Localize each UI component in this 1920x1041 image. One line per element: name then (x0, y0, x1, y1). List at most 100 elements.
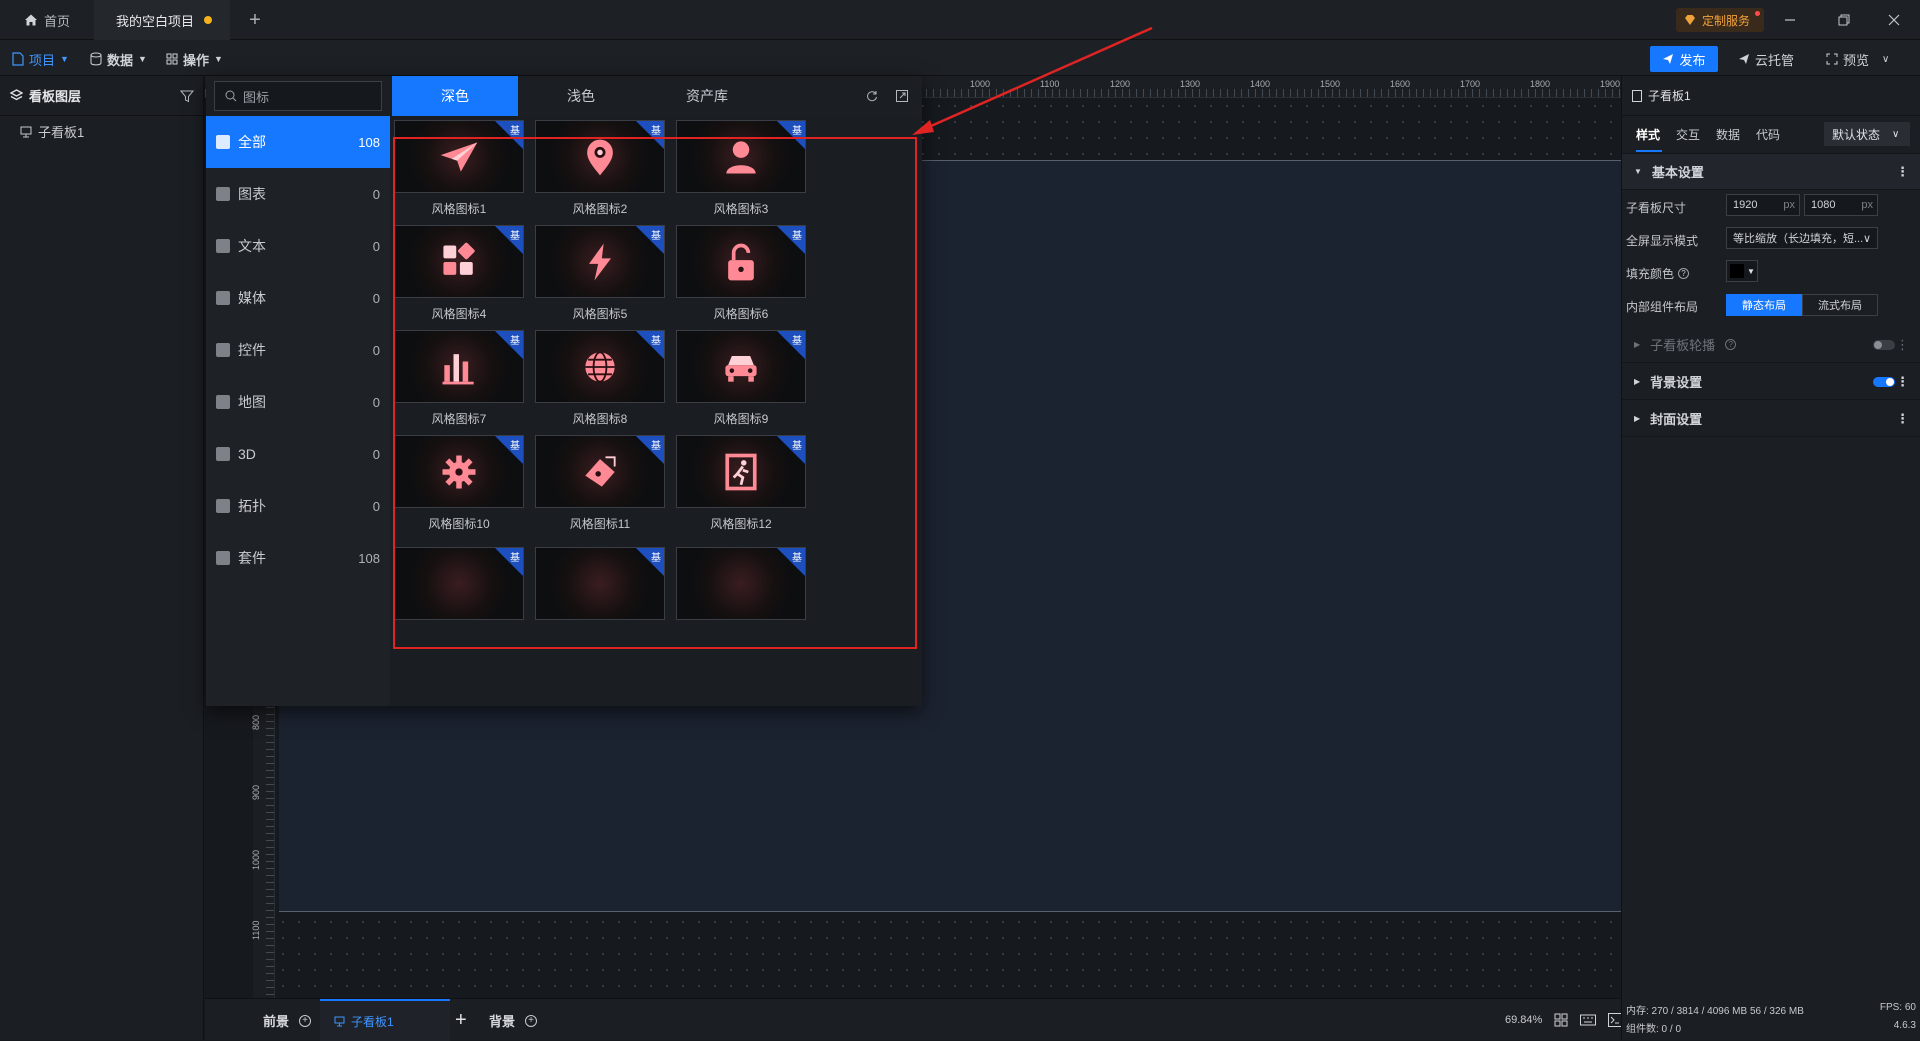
icon-card-label: 风格图标6 (713, 307, 769, 321)
ruler-tick-label: 1100 (251, 920, 261, 940)
icon-card[interactable]: 基 (394, 120, 524, 193)
icon-card[interactable]: 基 (535, 225, 665, 298)
category-item[interactable]: 3D 0 (206, 428, 390, 480)
fill-color-picker[interactable]: ▼ (1726, 260, 1758, 282)
fill-color-row: 填充颜色 ? (1626, 265, 1690, 282)
close-button[interactable] (1886, 12, 1902, 28)
custom-service-button[interactable]: 定制服务 (1676, 8, 1764, 32)
carousel-toggle[interactable] (1873, 339, 1895, 350)
layers-icon (10, 89, 23, 101)
filter-icon[interactable] (180, 89, 194, 103)
paper-plane-icon (440, 141, 478, 172)
tab-data[interactable]: 数据 (1716, 126, 1740, 143)
basic-badge: 基 (651, 336, 661, 347)
tab-code[interactable]: 代码 (1756, 126, 1780, 143)
category-item[interactable]: 图表 0 (206, 168, 390, 220)
icon-card-label: 风格图标9 (713, 412, 769, 426)
category-item[interactable]: 媒体 0 (206, 272, 390, 324)
category-count: 0 (372, 186, 380, 202)
background-layer[interactable]: 背景 + (489, 1011, 538, 1030)
add-circle-icon[interactable]: + (299, 1014, 312, 1027)
tab-asset-library[interactable]: 资产库 (644, 76, 770, 116)
icon-card[interactable]: 基 (535, 330, 665, 403)
data-menu[interactable]: 数据 ▼ (90, 46, 147, 72)
category-label: 地图 (238, 394, 266, 410)
icon-card[interactable]: 基 (394, 225, 524, 298)
publish-button[interactable]: 发布 (1650, 46, 1718, 72)
icon-card[interactable]: 基 (676, 547, 806, 620)
background-toggle[interactable] (1873, 376, 1895, 387)
icon-card[interactable]: 基 (676, 120, 806, 193)
more-icon[interactable]: ⋮ (1896, 164, 1909, 180)
tab-interaction[interactable]: 交互 (1676, 126, 1700, 143)
fullscreen-select[interactable]: 等比缩放（长边填充，短... ∨ (1726, 227, 1878, 249)
category-item[interactable]: 拓扑 0 (206, 480, 390, 532)
fullscreen-label: 全屏显示模式 (1626, 234, 1699, 248)
category-label: 文本 (238, 238, 266, 254)
tab-light[interactable]: 浅色 (518, 76, 644, 116)
flow-layout-button[interactable]: 流式布局 (1802, 294, 1878, 316)
help-icon: ? (1678, 268, 1690, 279)
location-pin-icon (587, 139, 613, 175)
memory-status: 内存: 270 / 3814 / 4096 MB 56 / 326 MB (1626, 1006, 1804, 1017)
lightning-icon (589, 243, 611, 280)
zoom-level[interactable]: 69.84% (1505, 1014, 1542, 1026)
icon-card[interactable]: 基 (394, 435, 524, 508)
project-menu[interactable]: 项目 ▼ (12, 46, 69, 72)
layer-item[interactable]: 子看板1 (20, 122, 84, 141)
caret-down-icon: ▼ (1634, 167, 1642, 176)
icon-card[interactable]: 基 (676, 435, 806, 508)
new-tab-button[interactable]: + (240, 0, 270, 40)
icon-card[interactable]: 基 (535, 120, 665, 193)
keyboard-icon[interactable] (1580, 1014, 1597, 1026)
caret-right-icon: ▶ (1634, 414, 1641, 423)
search-input[interactable]: 图标 (214, 81, 382, 111)
cloud-host-button[interactable]: 云托管 (1738, 46, 1794, 72)
height-input[interactable]: 1080 px (1804, 194, 1878, 216)
icon-card-label: 风格图标10 (428, 517, 490, 531)
static-layout-button[interactable]: 静态布局 (1726, 294, 1802, 316)
more-icon[interactable]: ⋮ (1896, 337, 1909, 353)
icon-card[interactable]: 基 (394, 330, 524, 403)
add-board-button[interactable]: + (455, 1009, 467, 1032)
more-icon[interactable]: ⋮ (1896, 374, 1909, 390)
tab-style[interactable]: 样式 (1636, 126, 1660, 143)
project-tab[interactable]: 我的空白项目 (94, 0, 230, 40)
category-label: 控件 (238, 342, 266, 358)
fit-screen-icon[interactable] (1554, 1013, 1568, 1027)
icon-card[interactable]: 基 (676, 225, 806, 298)
icon-grid: 基风格图标1 基风格图标2 基风格图标3 基风格图标4 基风格图标5 基风格图标6 基风格图… (392, 116, 922, 706)
minimize-icon (1785, 19, 1795, 21)
ruler-tick-label: 1500 (1320, 79, 1341, 89)
icon-card[interactable]: 基 (535, 435, 665, 508)
front-layer[interactable]: 前景 + (263, 1011, 312, 1030)
icon-card[interactable]: 基 (676, 330, 806, 403)
refresh-icon[interactable] (866, 90, 878, 102)
more-icon[interactable]: ⋮ (1896, 411, 1909, 427)
add-circle-icon[interactable]: + (525, 1014, 538, 1027)
basic-settings-section[interactable]: ▼ 基本设置 ⋮ (1622, 154, 1920, 190)
width-unit: px (1783, 199, 1795, 211)
category-item[interactable]: 全部 108 (206, 116, 390, 168)
width-input[interactable]: 1920 px (1726, 194, 1800, 216)
carousel-section[interactable]: ▶ 子看板轮播 ? ⋮ (1622, 327, 1920, 363)
cover-section[interactable]: ▶ 封面设置 ⋮ (1622, 401, 1920, 437)
background-section[interactable]: ▶ 背景设置 ⋮ (1622, 364, 1920, 400)
home-tab[interactable]: 首页 (14, 0, 94, 40)
category-item[interactable]: 套件 108 (206, 532, 390, 584)
state-select[interactable]: 默认状态 ∨ (1824, 122, 1910, 146)
tab-dark[interactable]: 深色 (392, 76, 518, 116)
panel-empty-area (1622, 438, 1920, 998)
board-tab[interactable]: 子看板1 (320, 999, 450, 1041)
minimize-button[interactable] (1782, 12, 1798, 28)
restore-button[interactable] (1836, 12, 1852, 28)
preview-button[interactable]: 预览 ∨ (1826, 46, 1889, 72)
category-item[interactable]: 文本 0 (206, 220, 390, 272)
active-tab-indicator (1636, 150, 1662, 152)
category-item[interactable]: 控件 0 (206, 324, 390, 376)
icon-card[interactable]: 基 (535, 547, 665, 620)
icon-card[interactable]: 基 (394, 547, 524, 620)
property-title: 子看板1 (1648, 89, 1691, 103)
ops-menu[interactable]: 操作 ▼ (166, 46, 223, 72)
category-item[interactable]: 地图 0 (206, 376, 390, 428)
